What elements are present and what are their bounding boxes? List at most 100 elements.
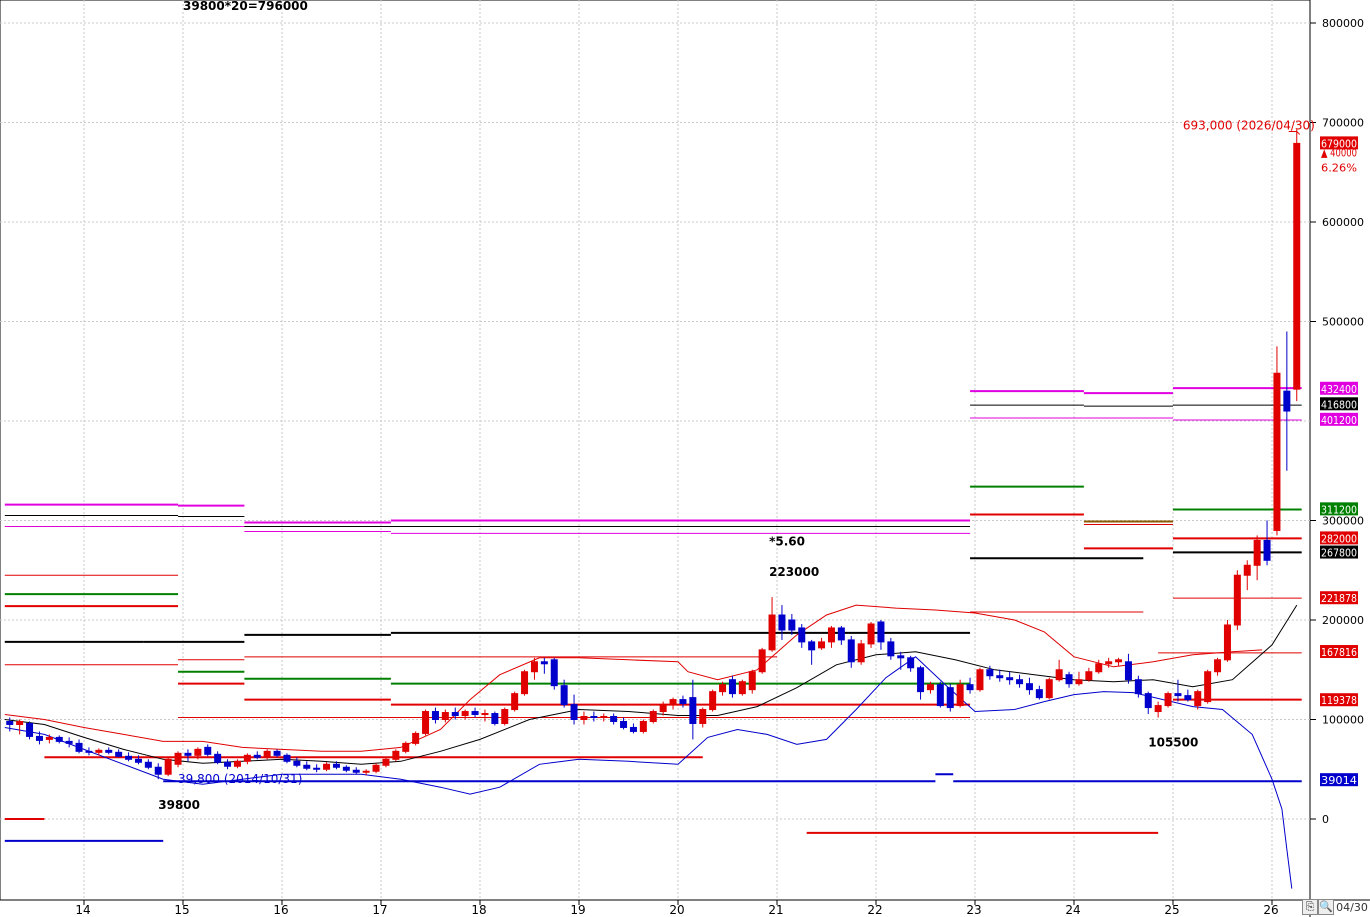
candle-body[interactable] [768, 614, 776, 651]
candle-body[interactable] [1095, 663, 1103, 673]
candle-body[interactable] [441, 712, 449, 720]
candle-body[interactable] [1134, 679, 1142, 695]
candle-body[interactable] [402, 742, 410, 752]
candle-body[interactable] [897, 655, 905, 659]
candle-body[interactable] [511, 693, 519, 711]
candle-body[interactable] [956, 684, 964, 707]
candle-body[interactable] [798, 627, 806, 643]
candle-body[interactable] [837, 627, 845, 641]
candle-body[interactable] [134, 758, 142, 763]
candle-body[interactable] [184, 752, 192, 756]
candle-body[interactable] [580, 716, 588, 721]
candle-body[interactable] [382, 758, 390, 766]
candle-body[interactable] [1204, 671, 1212, 703]
candle-body[interactable] [323, 763, 331, 770]
candle-body[interactable] [1035, 689, 1043, 699]
candle-body[interactable] [778, 614, 786, 631]
candle-body[interactable] [877, 621, 885, 643]
candle-body[interactable] [709, 691, 717, 711]
candle-body[interactable] [669, 699, 677, 706]
candle-body[interactable] [1223, 624, 1231, 661]
candle-body[interactable] [728, 679, 736, 695]
candle-body[interactable] [332, 763, 340, 768]
candle-body[interactable] [35, 735, 43, 741]
candle-body[interactable] [1025, 683, 1033, 691]
candle-body[interactable] [451, 712, 459, 717]
price-chart[interactable]: 14 15 16 17 18 19 20 21 22 23 24 25 26 800000 700000 60… [0, 0, 1370, 917]
candle-body[interactable] [1273, 372, 1281, 531]
candle-body[interactable] [164, 758, 172, 775]
draw-tool-button[interactable]: ⎘ [1302, 899, 1318, 915]
candle-body[interactable] [392, 750, 400, 760]
candle-body[interactable] [342, 766, 350, 771]
candle-body[interactable] [1184, 695, 1192, 701]
candle-body[interactable] [471, 711, 479, 716]
candle-body[interactable] [481, 713, 489, 716]
candle-body[interactable] [936, 684, 944, 707]
candle-body[interactable] [461, 711, 469, 717]
candle-body[interactable] [125, 755, 133, 760]
candle-body[interactable] [45, 736, 53, 740]
candle-body[interactable] [1115, 659, 1123, 663]
candle-body[interactable] [233, 760, 241, 767]
candle-body[interactable] [818, 641, 826, 649]
candle-body[interactable] [719, 684, 727, 693]
candle-body[interactable] [639, 720, 647, 732]
candle-body[interactable] [263, 750, 271, 758]
candle-body[interactable] [699, 709, 707, 724]
candle-body[interactable] [214, 753, 222, 763]
candle-body[interactable] [194, 748, 202, 756]
candle-body[interactable] [303, 764, 311, 769]
candle-body[interactable] [491, 713, 499, 724]
candle-body[interactable] [788, 619, 796, 631]
candle-body[interactable] [431, 711, 439, 720]
candle-body[interactable] [629, 726, 637, 732]
candle-body[interactable] [422, 711, 430, 734]
candle-body[interactable] [1283, 390, 1291, 412]
candle-body[interactable] [1253, 539, 1261, 566]
candle-body[interactable] [1214, 659, 1222, 673]
candle-body[interactable] [1006, 677, 1014, 681]
candle-body[interactable] [926, 684, 934, 691]
candle-body[interactable] [1055, 669, 1063, 681]
candle-body[interactable] [610, 716, 618, 722]
candle-body[interactable] [1174, 693, 1182, 697]
candle-body[interactable] [372, 764, 380, 772]
candle-body[interactable] [16, 720, 24, 725]
candle-body[interactable] [1263, 539, 1271, 561]
candle-body[interactable] [283, 754, 291, 762]
candle-body[interactable] [243, 754, 251, 762]
candle-body[interactable] [1045, 679, 1053, 699]
candle-body[interactable] [1016, 679, 1024, 685]
candle-body[interactable] [560, 685, 568, 706]
candle-body[interactable] [1124, 661, 1132, 681]
candle-body[interactable] [847, 639, 855, 663]
candle-body[interactable] [827, 627, 835, 643]
candle-body[interactable] [986, 669, 994, 677]
candle-body[interactable] [55, 736, 63, 742]
candle-body[interactable] [521, 671, 529, 695]
candle-body[interactable] [65, 740, 73, 744]
candle-body[interactable] [550, 659, 558, 687]
candle-body[interactable] [224, 761, 232, 767]
candle-body[interactable] [738, 681, 746, 695]
candle-body[interactable] [1293, 142, 1301, 390]
candle-body[interactable] [649, 711, 657, 722]
candle-body[interactable] [352, 769, 360, 773]
candle-body[interactable] [85, 750, 93, 753]
candle-body[interactable] [966, 684, 974, 691]
candle-body[interactable] [26, 722, 34, 737]
candle-body[interactable] [689, 697, 697, 724]
candle-body[interactable] [115, 751, 123, 757]
candle-body[interactable] [1194, 691, 1202, 707]
candle-body[interactable] [917, 667, 925, 693]
candle-body[interactable] [946, 687, 954, 709]
candle-body[interactable] [1085, 671, 1093, 681]
candle-body[interactable] [758, 649, 766, 673]
candle-body[interactable] [976, 669, 984, 691]
candle-body[interactable] [1154, 705, 1162, 713]
candle-body[interactable] [105, 749, 113, 753]
candle-body[interactable] [748, 671, 756, 691]
candle-body[interactable] [253, 754, 261, 758]
candle-body[interactable] [6, 720, 14, 725]
